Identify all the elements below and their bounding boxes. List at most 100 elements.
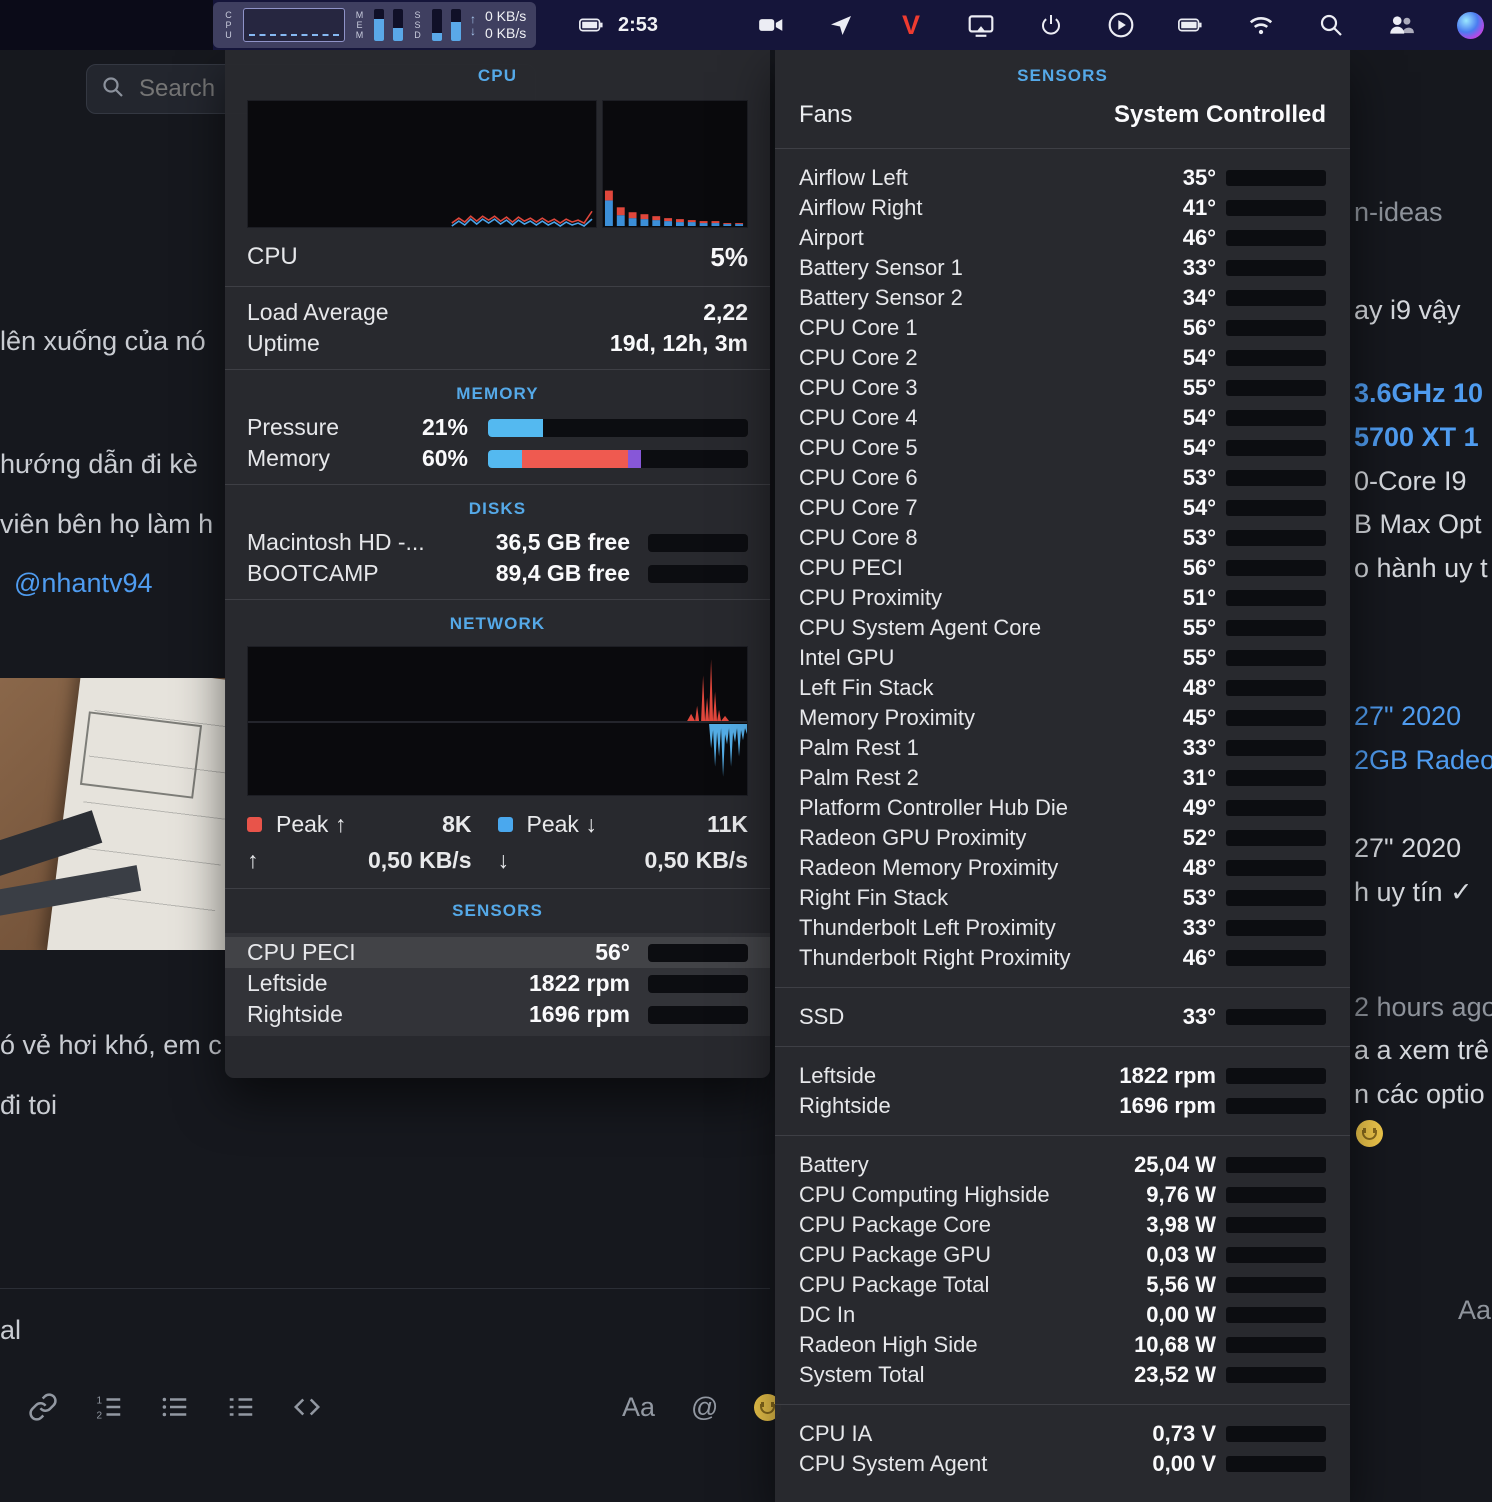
spotlight-search-icon[interactable] [1317, 11, 1345, 39]
cpu-history-mini-graph [243, 8, 345, 42]
user-switch-icon[interactable] [1387, 11, 1415, 39]
temperature-row[interactable]: Radeon Memory Proximity 48° [799, 853, 1326, 883]
voltage-row[interactable]: CPU IA 0,73 V [799, 1419, 1326, 1449]
disk-row[interactable]: Macintosh HD -... 36,5 GB free [247, 527, 748, 558]
battery-widget-icon[interactable] [578, 11, 606, 39]
sensor-summary-row[interactable]: Rightside 1696 rpm [247, 999, 748, 1030]
sensor-summary-row[interactable]: Leftside 1822 rpm [247, 968, 748, 999]
power-row[interactable]: System Total 23,52 W [799, 1360, 1326, 1390]
user-mention-link[interactable]: @nhantv94 [14, 568, 153, 599]
temperature-row[interactable]: Airflow Right 41° [799, 193, 1326, 223]
fan-speed-row[interactable]: Leftside 1822 rpm [799, 1061, 1326, 1091]
power-row[interactable]: CPU Package GPU 0,03 W [799, 1240, 1326, 1270]
disk-label: BOOTCAMP [247, 560, 379, 587]
istat-menus-widget[interactable]: CPU MEM SSD ↑↓ 0 KB/s 0 KB/s [213, 2, 536, 48]
play-menu-icon[interactable] [1107, 11, 1135, 39]
post-link[interactable]: 27" 2020 [1354, 701, 1461, 732]
temperature-row[interactable]: CPU Core 7 54° [799, 493, 1326, 523]
power-row[interactable]: CPU Package Core 3,98 W [799, 1210, 1326, 1240]
location-menu-icon[interactable] [827, 11, 855, 39]
temperature-row[interactable]: CPU Core 8 53° [799, 523, 1326, 553]
power-label: CPU Package Total [799, 1272, 1096, 1298]
voltage-bar [1226, 1426, 1326, 1442]
code-icon[interactable] [292, 1392, 322, 1422]
power-row[interactable]: Radeon High Side 10,68 W [799, 1330, 1326, 1360]
temperature-row[interactable]: Thunderbolt Left Proximity 33° [799, 913, 1326, 943]
cpu-core-load-graph [602, 100, 748, 228]
power-row[interactable]: DC In 0,00 W [799, 1300, 1326, 1330]
attachment-image[interactable] [0, 678, 226, 950]
fan-speed-row[interactable]: Rightside 1696 rpm [799, 1091, 1326, 1121]
screen-mirroring-menu-icon[interactable] [967, 11, 995, 39]
temperature-row[interactable]: CPU Proximity 51° [799, 583, 1326, 613]
sensor-summary-row[interactable]: CPU PECI 56° [225, 937, 770, 968]
load-average-label: Load Average [247, 299, 389, 326]
temperature-row[interactable]: CPU Core 2 54° [799, 343, 1326, 373]
temperature-row[interactable]: CPU PECI 56° [799, 553, 1326, 583]
temperature-row[interactable]: CPU Core 1 56° [799, 313, 1326, 343]
ordered-list-icon[interactable]: 1 2 [94, 1392, 124, 1422]
sensor-bar [1226, 470, 1326, 486]
temperature-row[interactable]: CPU System Agent Core 55° [799, 613, 1326, 643]
temperature-row[interactable]: Memory Proximity 45° [799, 703, 1326, 733]
bullet-list-icon[interactable] [160, 1392, 190, 1422]
network-speed-row[interactable]: ↑ 0,50 KB/s ↓ 0,50 KB/s [247, 842, 748, 878]
camera-menu-icon[interactable] [757, 11, 785, 39]
temperature-row[interactable]: Battery Sensor 1 33° [799, 253, 1326, 283]
sensor-bar [1226, 620, 1326, 636]
temperature-row[interactable]: Right Fin Stack 53° [799, 883, 1326, 913]
voltage-row[interactable]: CPU System Agent 0,00 V [799, 1449, 1326, 1479]
temperature-row[interactable]: CPU Core 6 53° [799, 463, 1326, 493]
temperature-row[interactable]: CPU Core 3 55° [799, 373, 1326, 403]
smiley-emoji-icon [1356, 1120, 1383, 1147]
temperature-row[interactable]: Palm Rest 1 33° [799, 733, 1326, 763]
power-row[interactable]: CPU Computing Highside 9,76 W [799, 1180, 1326, 1210]
cpu-history-graphs [247, 100, 748, 228]
sensor-value: 33° [1096, 255, 1216, 281]
temperature-row[interactable]: CPU Core 4 54° [799, 403, 1326, 433]
text-style-button[interactable]: Aa [1458, 1295, 1491, 1326]
temperature-row[interactable]: Palm Rest 2 31° [799, 763, 1326, 793]
uptime-row[interactable]: Uptime 19d, 12h, 3m [247, 328, 748, 359]
sensor-value: 1696 rpm [529, 1001, 630, 1028]
power-row[interactable]: Battery 25,04 W [799, 1150, 1326, 1180]
sensor-label: CPU PECI [799, 555, 1096, 581]
load-average-row[interactable]: Load Average 2,22 [247, 297, 748, 328]
ssd-sensor-row[interactable]: SSD 33° [799, 1002, 1326, 1032]
temperature-row[interactable]: Intel GPU 55° [799, 643, 1326, 673]
power-bar [1226, 1187, 1326, 1203]
clock[interactable]: 2:53 [618, 14, 658, 37]
temperature-row[interactable]: CPU Core 5 54° [799, 433, 1326, 463]
temperature-row[interactable]: Battery Sensor 2 34° [799, 283, 1326, 313]
mention-button[interactable]: @ [691, 1392, 718, 1423]
voltage-value: 0,00 V [1096, 1451, 1216, 1477]
disk-row[interactable]: BOOTCAMP 89,4 GB free [247, 558, 748, 589]
post-link[interactable]: 5700 XT 1 [1354, 422, 1479, 453]
battery-status-icon[interactable] [1177, 11, 1205, 39]
memory-pressure-row[interactable]: Pressure 21% [247, 412, 748, 443]
temperature-row[interactable]: Platform Controller Hub Die 49° [799, 793, 1326, 823]
temperature-row[interactable]: Left Fin Stack 48° [799, 673, 1326, 703]
siri-icon[interactable] [1457, 12, 1484, 39]
wifi-status-icon[interactable] [1247, 11, 1275, 39]
temperature-row[interactable]: Airport 46° [799, 223, 1326, 253]
fans-row[interactable]: Fans System Controlled [799, 94, 1326, 136]
post-text: 27" 2020 [1354, 833, 1461, 864]
post-link[interactable]: 2GB Radeo [1354, 745, 1492, 776]
temperature-row[interactable]: Airflow Left 35° [799, 163, 1326, 193]
power-value: 5,56 W [1096, 1272, 1216, 1298]
power-menu-icon[interactable] [1037, 11, 1065, 39]
power-row[interactable]: CPU Package Total 5,56 W [799, 1270, 1326, 1300]
post-link[interactable]: 3.6GHz 10 [1354, 378, 1483, 409]
memory-usage-row[interactable]: Memory 60% [247, 443, 748, 474]
link-icon[interactable] [28, 1392, 58, 1422]
cpu-usage-row[interactable]: CPU 5% [247, 238, 748, 276]
temperature-row[interactable]: Radeon GPU Proximity 52° [799, 823, 1326, 853]
temperature-row[interactable]: Thunderbolt Right Proximity 46° [799, 943, 1326, 973]
text-style-button[interactable]: Aa [622, 1392, 655, 1423]
disk-free-value: 36,5 GB free [496, 529, 630, 556]
disk-label: Macintosh HD -... [247, 529, 425, 556]
vivaldi-menu-icon[interactable]: V [897, 11, 925, 39]
instruction-sketch [80, 711, 202, 798]
task-list-icon[interactable] [226, 1392, 256, 1422]
